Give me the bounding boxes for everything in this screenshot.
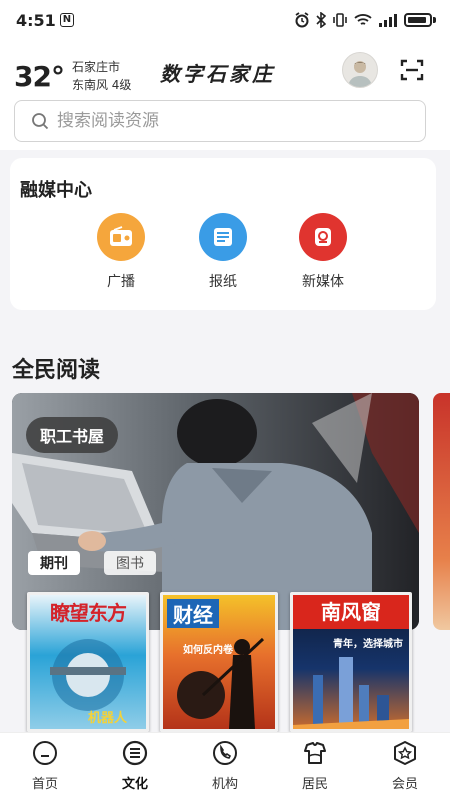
- media-item-newspaper[interactable]: 报纸: [178, 213, 268, 291]
- media-center-card: 融媒中心 广播 报纸 新媒体: [10, 158, 436, 310]
- phone-institution-icon: [213, 741, 237, 765]
- nav-label: 文化: [121, 777, 148, 792]
- nav-item-culture[interactable]: 文化: [90, 733, 180, 800]
- scan-icon[interactable]: [400, 58, 424, 82]
- search-input[interactable]: [57, 111, 397, 131]
- nav-item-member[interactable]: 会员: [360, 733, 450, 800]
- radio-icon: [97, 213, 145, 261]
- tab-books[interactable]: 图书: [104, 551, 156, 575]
- new-media-icon: [299, 213, 347, 261]
- nav-item-institution[interactable]: 机构: [180, 733, 270, 800]
- media-item-radio[interactable]: 广播: [76, 213, 166, 291]
- app-title: 数字石家庄: [160, 62, 275, 86]
- weather-wind: 东南风 4级: [71, 78, 132, 92]
- home-icon: [33, 741, 57, 765]
- status-left: 4:51 N: [16, 10, 75, 30]
- media-item-label: 报纸: [209, 274, 237, 290]
- wifi-icon: [354, 14, 372, 25]
- battery-icon: [404, 13, 436, 27]
- next-banner-peek[interactable]: [433, 393, 450, 630]
- reading-section-title: 全民阅读: [12, 358, 101, 383]
- banner-tag: 职工书屋: [26, 417, 119, 453]
- magazine-cover[interactable]: 财经 如何反内卷: [160, 592, 278, 732]
- header: 32° 石家庄市 东南风 4级 数字石家庄: [0, 40, 450, 150]
- user-avatar-icon: [348, 61, 372, 87]
- status-icons: [294, 12, 436, 28]
- media-item-new-media[interactable]: 新媒体: [278, 213, 368, 291]
- signal-icon: [379, 14, 397, 27]
- magazine-cover[interactable]: 南风窗 青年，选择城市: [290, 592, 412, 732]
- tab-journals[interactable]: 期刊: [28, 551, 80, 575]
- bottom-nav: 首页 文化 机构 居民 会员: [0, 732, 450, 800]
- magazine-subtitle: 机器人: [88, 711, 128, 726]
- newspaper-icon: [199, 213, 247, 261]
- media-center-title: 融媒中心: [20, 180, 92, 201]
- nav-item-resident[interactable]: 居民: [270, 733, 360, 800]
- member-icon: [394, 741, 416, 765]
- nav-item-home[interactable]: 首页: [0, 733, 90, 800]
- bluetooth-icon: [316, 12, 326, 28]
- status-time: 4:51: [16, 10, 56, 30]
- culture-icon: [122, 740, 148, 766]
- nfc-icon: N: [59, 13, 75, 27]
- nav-label: 居民: [301, 777, 328, 792]
- magazine-art: [293, 657, 409, 729]
- weather-city: 石家庄市: [71, 60, 120, 74]
- weather-widget[interactable]: 32° 石家庄市 东南风 4级: [14, 58, 131, 94]
- search-icon: [32, 113, 49, 130]
- magazine-art: [177, 637, 265, 729]
- resident-icon: [304, 742, 326, 764]
- media-item-label: 广播: [107, 274, 135, 290]
- alarm-icon: [295, 12, 309, 28]
- search-bar[interactable]: [14, 100, 426, 142]
- avatar[interactable]: [342, 52, 378, 88]
- nav-label: 首页: [31, 777, 58, 792]
- weather-info: 石家庄市 东南风 4级: [72, 58, 131, 94]
- vibrate-icon: [333, 13, 347, 27]
- status-bar: 4:51 N: [0, 0, 450, 40]
- nav-label: 机构: [211, 777, 238, 792]
- media-item-label: 新媒体: [302, 274, 344, 290]
- temperature: 32°: [14, 59, 65, 93]
- magazine-cover[interactable]: 瞭望东方 机器人: [27, 592, 149, 732]
- nav-label: 会员: [391, 777, 418, 792]
